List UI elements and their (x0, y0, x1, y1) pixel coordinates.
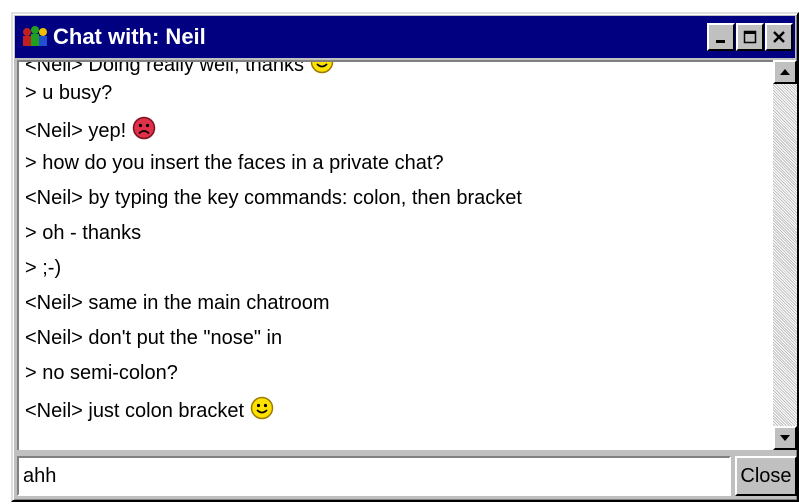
arrow-up-icon (780, 69, 790, 75)
message-text: <Neil> just colon bracket (25, 400, 245, 422)
message-text: > no semi-colon? (25, 362, 178, 384)
message-pane[interactable]: <Neil> Doing really well, thanks > u bus… (17, 60, 773, 450)
message-text: > oh - thanks (25, 222, 142, 244)
message-input[interactable] (17, 456, 731, 496)
sad-face-icon (132, 116, 156, 146)
message-text: <Neil> Doing really well, thanks (25, 60, 305, 76)
message-text: <Neil> by typing the key commands: colon… (25, 187, 522, 209)
scroll-down-button[interactable] (773, 426, 797, 450)
minimize-icon (716, 40, 725, 43)
arrow-down-icon (780, 435, 790, 441)
vertical-scrollbar[interactable] (773, 60, 797, 450)
people-icon (23, 26, 47, 46)
message-text: > how do you insert the faces in a priva… (25, 152, 444, 174)
message-line: <Neil> by typing the key commands: colon… (25, 186, 522, 210)
window-controls (706, 23, 793, 51)
title-bar[interactable]: Chat with: Neil (15, 16, 795, 58)
message-line: <Neil> same in the main chatroom (25, 291, 330, 315)
message-text: > ;-) (25, 257, 62, 279)
message-line: > no semi-colon? (25, 361, 178, 385)
minimize-button[interactable] (707, 23, 735, 51)
message-line: <Neil> Doing really well, thanks (25, 60, 334, 80)
message-line: > ;-) (25, 256, 61, 280)
scroll-up-button[interactable] (773, 60, 797, 84)
close-button[interactable]: Close (735, 456, 797, 496)
message-line: > u busy? (25, 81, 112, 105)
chat-window: Chat with: Neil <Neil> Doing really well… (11, 12, 799, 502)
message-text: <Neil> same in the main chatroom (25, 292, 330, 314)
window-title: Chat with: Neil (53, 24, 206, 49)
message-text: <Neil> don't put the "nose" in (25, 327, 283, 349)
message-line: > how do you insert the faces in a priva… (25, 151, 444, 175)
message-line: <Neil> yep! (25, 116, 156, 146)
message-line: > oh - thanks (25, 221, 141, 245)
maximize-button[interactable] (736, 23, 764, 51)
message-line: <Neil> just colon bracket (25, 396, 274, 426)
message-line: <Neil> don't put the "nose" in (25, 326, 282, 350)
close-window-button[interactable] (765, 23, 793, 51)
maximize-icon (743, 30, 757, 44)
smiley-face-icon (310, 62, 334, 80)
message-text: > u busy? (25, 82, 113, 104)
close-x-icon (773, 31, 785, 43)
message-text: <Neil> yep! (25, 120, 127, 142)
smiley-face-icon (250, 396, 274, 426)
